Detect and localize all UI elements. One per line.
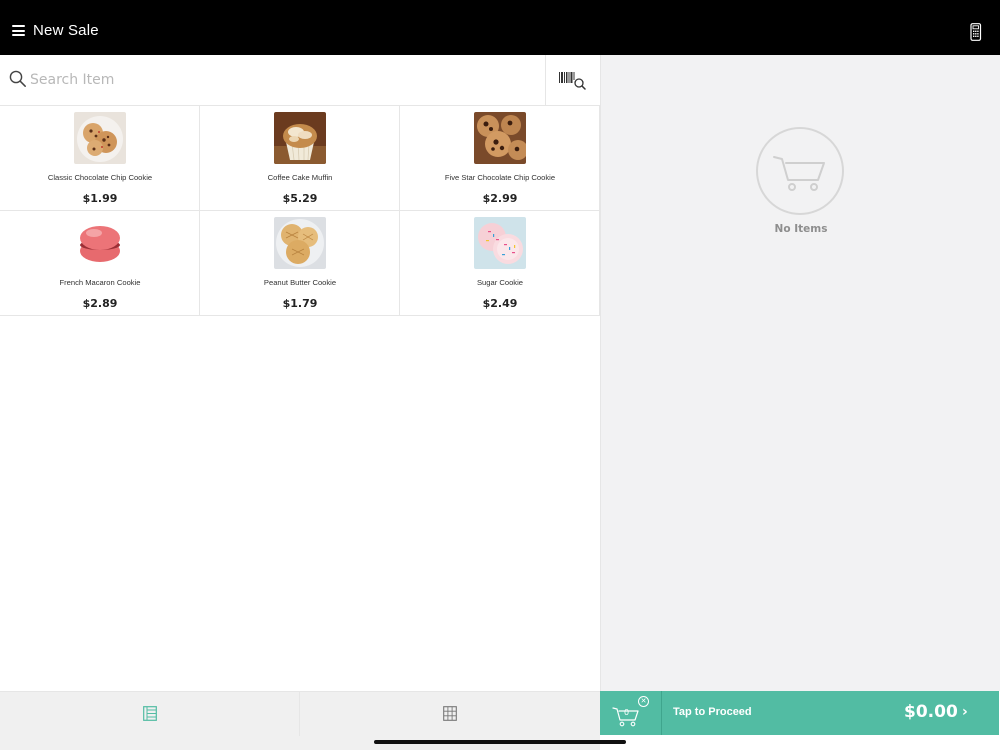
empty-cart-icon [756, 127, 844, 215]
item-price: $1.79 [282, 297, 318, 310]
search-bar [0, 55, 600, 106]
top-bar: New Sale [0, 0, 1000, 55]
page-title: New Sale [33, 22, 99, 39]
calculator-icon[interactable] [969, 23, 983, 41]
item-price: $2.89 [82, 297, 118, 310]
proceed-button[interactable]: Tap to Proceed $0.00 › [662, 691, 999, 735]
barcode-scan-button[interactable] [545, 55, 600, 106]
cart-total: $0.00 [904, 702, 958, 722]
home-indicator[interactable] [374, 740, 626, 744]
item-image [74, 217, 126, 269]
barcode-scan-icon [559, 72, 586, 90]
clear-cart-icon[interactable]: ✕ [638, 696, 649, 707]
item-image [274, 217, 326, 269]
item-name: Coffee Cake Muffin [267, 173, 333, 182]
chevron-right-icon: › [962, 704, 968, 720]
list-view-icon [143, 706, 157, 721]
item-panel: Classic Chocolate Chip Cookie $1.99 Coff… [0, 55, 600, 691]
item-image [274, 112, 326, 164]
item-price: $2.99 [482, 192, 518, 205]
item-tile[interactable]: Sugar Cookie $2.49 [400, 211, 600, 316]
search-input[interactable] [30, 65, 530, 95]
item-name: French Macaron Cookie [59, 278, 141, 287]
grid-view-icon [443, 706, 457, 721]
list-view-button[interactable] [0, 692, 300, 736]
item-tile[interactable]: French Macaron Cookie $2.89 [0, 211, 200, 316]
item-price: $5.29 [282, 192, 318, 205]
cart-count: 0 [624, 708, 630, 717]
item-name: Five Star Chocolate Chip Cookie [444, 173, 556, 182]
item-image [474, 217, 526, 269]
item-price: $1.99 [82, 192, 118, 205]
item-tile[interactable]: Peanut Butter Cookie $1.79 [200, 211, 400, 316]
cart-button[interactable]: 0 ✕ [600, 691, 662, 735]
item-image [474, 112, 526, 164]
item-name: Peanut Butter Cookie [263, 278, 337, 287]
grid-view-button[interactable] [300, 692, 600, 736]
search-icon [9, 70, 26, 87]
item-name: Sugar Cookie [476, 278, 523, 287]
item-tile[interactable]: Coffee Cake Muffin $5.29 [200, 106, 400, 211]
item-tile[interactable]: Classic Chocolate Chip Cookie $1.99 [0, 106, 200, 211]
cart-panel: No Items [600, 55, 1000, 691]
hamburger-icon[interactable] [12, 25, 25, 36]
item-name: Classic Chocolate Chip Cookie [47, 173, 153, 182]
empty-cart-label: No Items [774, 223, 828, 235]
item-image [74, 112, 126, 164]
item-tile[interactable]: Five Star Chocolate Chip Cookie $2.99 [400, 106, 600, 211]
proceed-label: Tap to Proceed [673, 706, 752, 718]
item-price: $2.49 [482, 297, 518, 310]
